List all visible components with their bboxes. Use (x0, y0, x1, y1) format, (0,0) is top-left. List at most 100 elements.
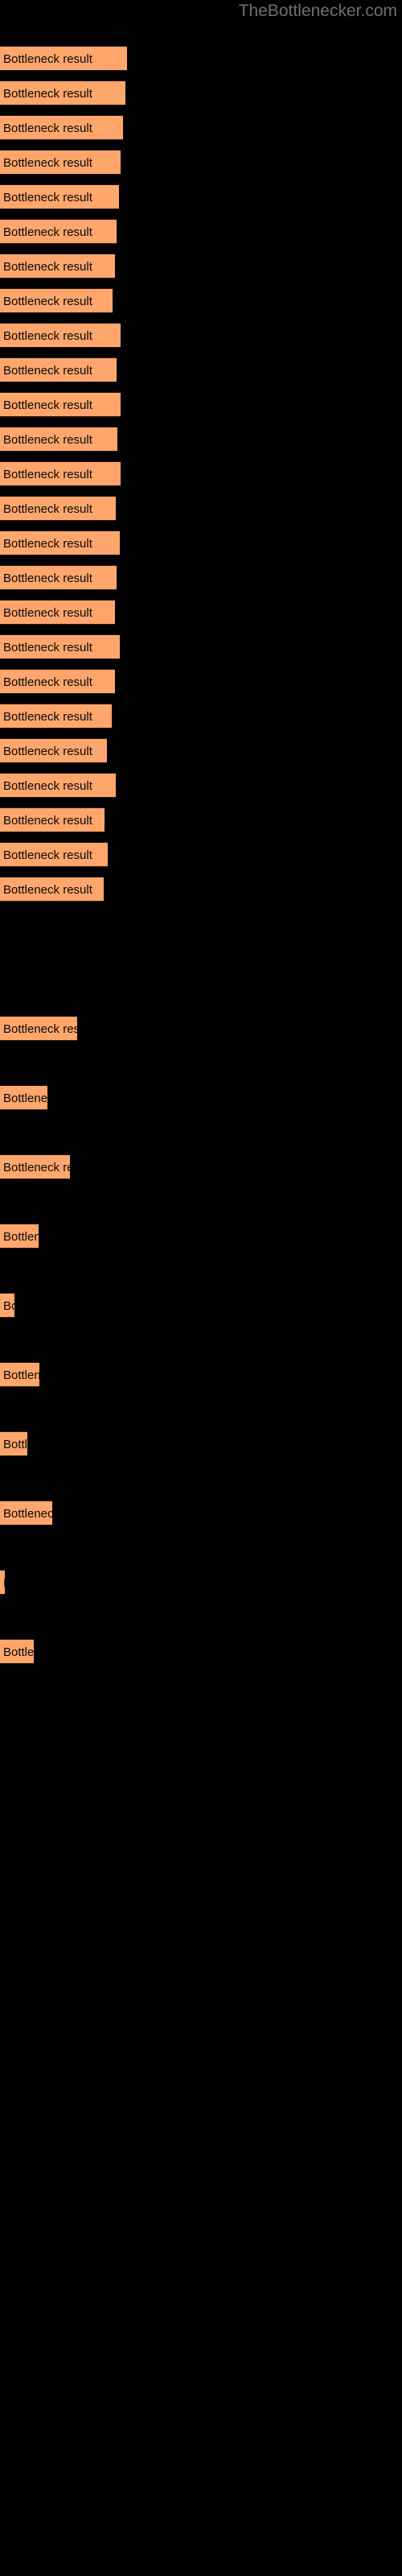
bottleneck-result-bar[interactable]: Bottleneck result (0, 115, 123, 140)
bottleneck-result-bar[interactable]: Bottleneck result (0, 254, 115, 279)
bar-label: Bottleneck result (3, 1092, 47, 1105)
bar-label: Bottleneck result (3, 1161, 70, 1174)
bottleneck-result-bar[interactable]: Bottleneck result (0, 1639, 34, 1664)
bottleneck-result-bar[interactable]: Bottleneck result (0, 773, 116, 798)
bottleneck-result-bar[interactable]: Bottleneck result (0, 669, 115, 694)
bar-label: Bottleneck result (3, 191, 92, 204)
bottleneck-result-bar[interactable]: Bottleneck result (0, 1570, 5, 1595)
bottleneck-result-bar[interactable]: Bottleneck result (0, 184, 119, 209)
bar-row: Bottleneck result (0, 1362, 402, 1387)
bar-row: Bottleneck result (0, 1224, 402, 1249)
bar-row: Bottleneck result (0, 1293, 402, 1318)
bar-row: Bottleneck result (0, 1016, 402, 1041)
bar-label: Bottleneck result (3, 606, 92, 620)
bar-label: Bottleneck result (3, 572, 92, 585)
bar-label: Bottleneck result (3, 260, 92, 274)
bar-label: Bottleneck result (3, 641, 92, 654)
bar-row: Bottleneck result (0, 1431, 402, 1456)
bar-label: Bottleneck result (3, 122, 92, 135)
chart-plot-area: Bottleneck result Bottleneck result Bottle… (0, 0, 402, 2576)
bottleneck-result-bar[interactable]: Bottleneck result (0, 1293, 14, 1318)
bar-row: Bottleneck result (0, 738, 402, 763)
bar-label: Bottleneck result (3, 675, 92, 689)
bar-label: Bottleneck result (3, 814, 92, 828)
bar-row: Bottleneck result (0, 184, 402, 209)
bar-label: Bottleneck result (3, 87, 92, 101)
bar-row: Bottleneck result (0, 80, 402, 105)
bottleneck-result-bar[interactable]: Bottleneck result (0, 1085, 47, 1110)
bottleneck-result-bar[interactable]: Bottleneck result (0, 634, 120, 659)
bottleneck-result-bar[interactable]: Bottleneck result (0, 1016, 77, 1041)
bar-row: Bottleneck result (0, 1639, 402, 1664)
bar-label: Bottleneck result (3, 329, 92, 343)
bar-row: Bottleneck result (0, 530, 402, 555)
bar-row: Bottleneck result (0, 600, 402, 625)
bar-label: Bottleneck result (3, 433, 92, 447)
bar-label: Bottleneck result (3, 1230, 39, 1244)
bar-row: Bottleneck result (0, 254, 402, 279)
bar-row: Bottleneck result (0, 150, 402, 175)
bar-row: Bottleneck result (0, 1570, 402, 1595)
bar-row: Bottleneck result (0, 46, 402, 71)
bar-label: Bottleneck result (3, 156, 92, 170)
bottleneck-result-bar[interactable]: Bottleneck result (0, 323, 121, 348)
bar-row: Bottleneck result (0, 1085, 402, 1110)
bar-row: Bottleneck result (0, 1154, 402, 1179)
bar-label: Bottleneck result (3, 1022, 77, 1036)
bottleneck-result-bar[interactable]: Bottleneck result (0, 1501, 52, 1525)
bar-row: Bottleneck result (0, 288, 402, 313)
bottleneck-result-bar[interactable]: Bottleneck result (0, 600, 115, 625)
bottleneck-result-bar[interactable]: Bottleneck result (0, 565, 117, 590)
bar-row: Bottleneck result (0, 357, 402, 382)
bar-row: Bottleneck result (0, 1501, 402, 1525)
bar-row: Bottleneck result (0, 565, 402, 590)
bar-label: Bottleneck result (3, 468, 92, 481)
bottleneck-result-bar[interactable]: Bottleneck result (0, 704, 112, 729)
bar-row: Bottleneck result (0, 634, 402, 659)
bar-row: Bottleneck result (0, 807, 402, 832)
bottleneck-result-bar[interactable]: Bottleneck result (0, 842, 108, 867)
bottleneck-result-bar[interactable]: Bottleneck result (0, 1224, 39, 1249)
bar-label: Bottleneck result (3, 1507, 52, 1521)
bar-label: Bottleneck result (3, 364, 92, 378)
bottleneck-result-bar[interactable]: Bottleneck result (0, 357, 117, 382)
bottleneck-result-bar[interactable]: Bottleneck result (0, 530, 120, 555)
bottleneck-result-bar[interactable]: Bottleneck result (0, 219, 117, 244)
bar-label: Bottleneck result (3, 710, 92, 724)
bar-label: Bottleneck result (3, 848, 92, 862)
bar-row: Bottleneck result (0, 323, 402, 348)
bar-label: Bottleneck result (3, 1571, 5, 1594)
bar-label: Bottleneck result (3, 502, 92, 516)
bottleneck-result-bar[interactable]: Bottleneck result (0, 427, 117, 452)
bar-label: Bottleneck result (3, 225, 92, 239)
bar-label: Bottleneck result (3, 883, 92, 897)
bar-row: Bottleneck result (0, 669, 402, 694)
bar-row: Bottleneck result (0, 773, 402, 798)
bottleneck-result-bar[interactable]: Bottleneck result (0, 80, 125, 105)
bar-row: Bottleneck result (0, 461, 402, 486)
bar-label: Bottleneck result (3, 745, 92, 758)
bottleneck-result-bar[interactable]: Bottleneck result (0, 877, 104, 902)
bar-label: Bottleneck result (3, 1645, 34, 1659)
bar-label: Bottleneck result (3, 1299, 14, 1313)
bar-label: Bottleneck result (3, 295, 92, 308)
bottleneck-result-bar[interactable]: Bottleneck result (0, 738, 107, 763)
bottleneck-result-bar[interactable]: Bottleneck result (0, 46, 127, 71)
bottleneck-result-bar[interactable]: Bottleneck result (0, 496, 116, 521)
bar-label: Bottleneck result (3, 1438, 27, 1451)
bar-row: Bottleneck result (0, 115, 402, 140)
bar-row: Bottleneck result (0, 427, 402, 452)
bar-row: Bottleneck result (0, 392, 402, 417)
bottleneck-result-bar[interactable]: Bottleneck result (0, 461, 121, 486)
bottleneck-result-bar[interactable]: Bottleneck result (0, 1362, 39, 1387)
bar-row: Bottleneck result (0, 877, 402, 902)
bottleneck-result-bar[interactable]: Bottleneck result (0, 807, 105, 832)
bottleneck-result-bar[interactable]: Bottleneck result (0, 1154, 70, 1179)
bar-row: Bottleneck result (0, 219, 402, 244)
bar-row: Bottleneck result (0, 842, 402, 867)
bottleneck-result-bar[interactable]: Bottleneck result (0, 288, 113, 313)
bottleneck-result-bar[interactable]: Bottleneck result (0, 392, 121, 417)
bottleneck-result-bar[interactable]: Bottleneck result (0, 1431, 27, 1456)
bottleneck-result-bar[interactable]: Bottleneck result (0, 150, 121, 175)
bar-row: Bottleneck result (0, 704, 402, 729)
